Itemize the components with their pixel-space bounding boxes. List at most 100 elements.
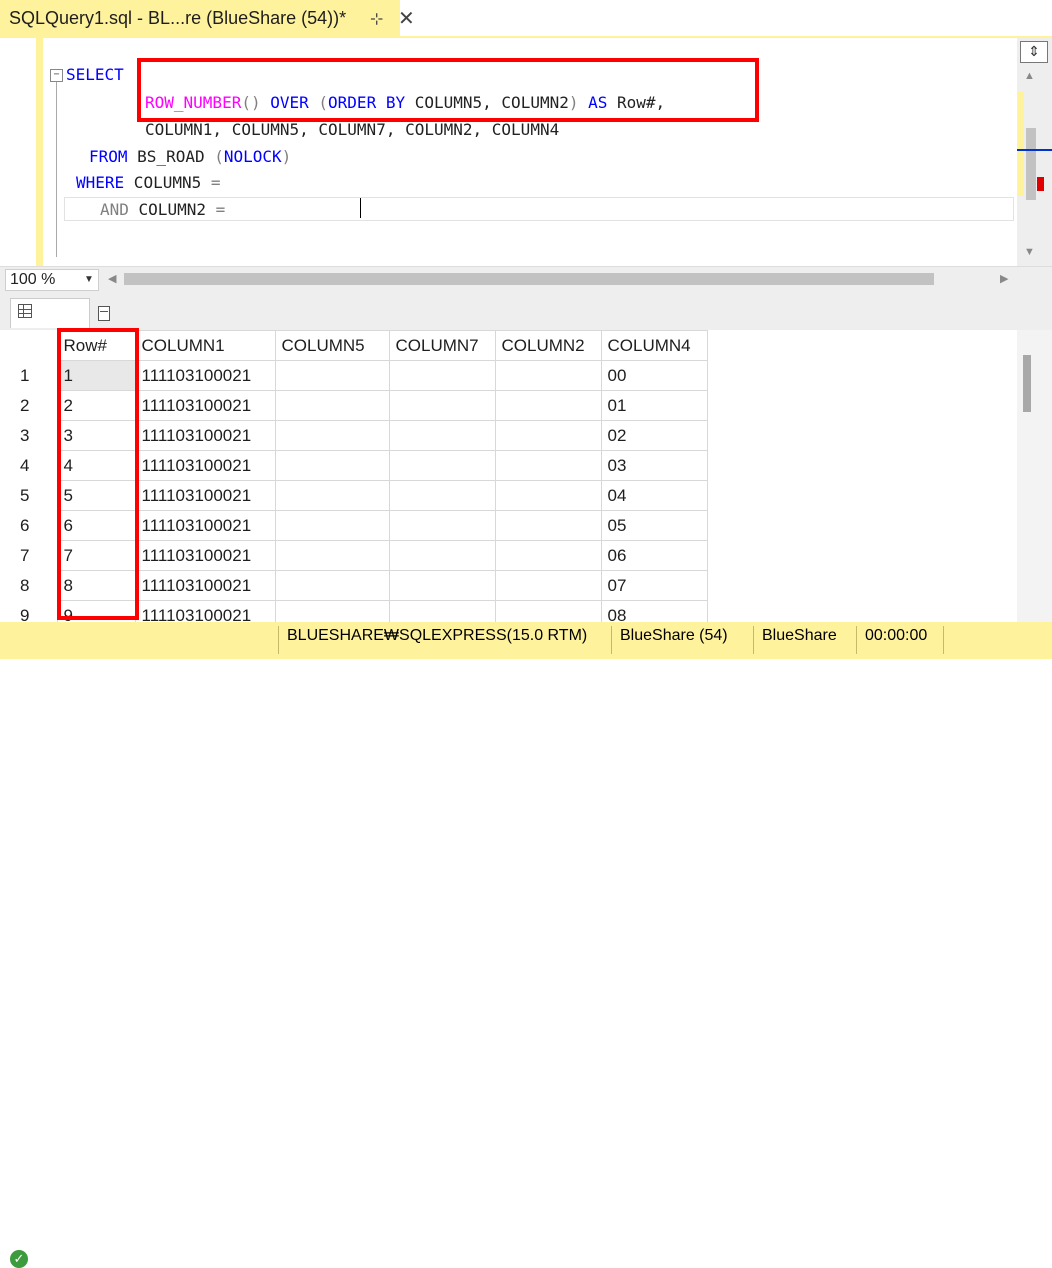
scroll-down-icon[interactable]: ▼ [1024, 246, 1035, 258]
grid-cell[interactable]: 111103100021 [134, 540, 276, 571]
grid-cell[interactable]: 00 [600, 360, 708, 391]
grid-cell[interactable] [388, 420, 496, 451]
grid-cell[interactable]: 07 [600, 570, 708, 601]
grid-icon [18, 304, 32, 318]
grid-cell[interactable] [388, 540, 496, 571]
column-header[interactable]: COLUMN4 [600, 330, 708, 361]
grid-cell[interactable] [274, 570, 390, 601]
grid-cell[interactable] [274, 510, 390, 541]
grid-cell[interactable]: 06 [600, 540, 708, 571]
document-tab-title[interactable]: SQLQuery1.sql - BL...re (BlueShare (54))… [9, 8, 346, 29]
row-number[interactable]: 5 [12, 481, 57, 511]
status-user: BlueShare (54) [620, 627, 728, 644]
grid-cell[interactable] [274, 360, 390, 391]
grid-cell[interactable] [274, 390, 390, 421]
grid-cell[interactable] [388, 570, 496, 601]
grid-cell[interactable] [274, 480, 390, 511]
grid-cell[interactable]: 05 [600, 510, 708, 541]
grid-cell[interactable]: 08 [600, 600, 708, 622]
grid-cell[interactable] [388, 450, 496, 481]
row-number[interactable]: 8 [12, 571, 57, 601]
scroll-left-icon[interactable]: ◀ [108, 272, 116, 285]
grid-cell[interactable] [494, 510, 602, 541]
collapse-toggle-icon[interactable]: − [50, 69, 63, 82]
horizontal-scroll-thumb[interactable] [124, 273, 934, 285]
grid-cell[interactable]: 111103100021 [134, 360, 276, 391]
code-line-5: WHERE COLUMN5 = [76, 173, 230, 192]
grid-cell[interactable] [494, 600, 602, 622]
grid-cell[interactable] [388, 600, 496, 622]
grid-cell[interactable]: 111103100021 [134, 570, 276, 601]
grid-cell[interactable] [494, 420, 602, 451]
grid-cell[interactable] [388, 360, 496, 391]
grid-scroll-thumb[interactable] [1023, 355, 1031, 412]
zoom-value[interactable]: 100 % [10, 271, 55, 289]
grid-cell[interactable] [388, 480, 496, 511]
split-editor-icon[interactable]: ⇕ [1020, 41, 1048, 63]
grid-cell[interactable] [274, 450, 390, 481]
grid-cell[interactable]: 03 [600, 450, 708, 481]
results-grid[interactable]: Row# COLUMN1 COLUMN5 COLUMN7 COLUMN2 COL… [0, 330, 1052, 622]
grid-cell[interactable] [274, 420, 390, 451]
code-line-6: AND COLUMN2 = [100, 200, 235, 219]
grid-cell[interactable]: 111103100021 [134, 420, 276, 451]
grid-cell[interactable] [274, 600, 390, 622]
row-number[interactable]: 9 [12, 601, 57, 623]
row-number[interactable]: 3 [12, 421, 57, 451]
grid-cell[interactable]: 01 [600, 390, 708, 421]
identifier: COLUMN5 [124, 173, 211, 192]
message-icon [98, 306, 110, 321]
grid-cell[interactable]: 111103100021 [134, 600, 276, 622]
identifier: COLUMN2 [128, 200, 216, 219]
keyword: NOLOCK [223, 147, 282, 166]
status-divider [753, 626, 754, 654]
code-line-3: COLUMN1, COLUMN5, COLUMN7, COLUMN2, COLU… [145, 120, 560, 139]
punctuation: ) [281, 147, 292, 166]
keyword: FROM [89, 147, 128, 166]
row-number[interactable]: 7 [12, 541, 57, 571]
grid-cell[interactable] [494, 540, 602, 571]
grid-cell[interactable]: 111103100021 [134, 510, 276, 541]
operator: = [210, 173, 221, 192]
editor-scroll-thumb[interactable] [1026, 128, 1036, 200]
status-divider [611, 626, 612, 654]
scroll-up-icon[interactable]: ▲ [1024, 70, 1035, 82]
grid-cell[interactable]: 111103100021 [134, 450, 276, 481]
column-header[interactable]: COLUMN7 [388, 330, 496, 361]
status-divider [856, 626, 857, 654]
grid-cell[interactable] [274, 540, 390, 571]
keyword: WHERE [76, 173, 125, 192]
code-line-4: FROM BS_ROAD (NOLOCK) [89, 147, 291, 166]
column-header[interactable]: COLUMN2 [494, 330, 602, 361]
pin-icon[interactable]: ⊹ [370, 9, 383, 29]
column-header[interactable]: COLUMN1 [134, 330, 276, 361]
grid-cell[interactable]: 04 [600, 480, 708, 511]
grid-cell[interactable] [494, 480, 602, 511]
grid-cell[interactable] [388, 390, 496, 421]
scroll-right-icon[interactable]: ▶ [1000, 272, 1008, 285]
grid-cell[interactable] [388, 510, 496, 541]
grid-cell[interactable] [494, 360, 602, 391]
chevron-down-icon[interactable]: ▼ [84, 274, 94, 285]
code-line-1: SELECT [66, 65, 143, 84]
row-number[interactable]: 6 [12, 511, 57, 541]
status-divider [278, 626, 279, 654]
keyword: SELECT [66, 65, 124, 84]
grid-cell[interactable]: 02 [600, 420, 708, 451]
operator: = [215, 200, 226, 219]
success-icon: ✓ [10, 1250, 28, 1268]
keyword: AND [100, 200, 129, 219]
close-icon[interactable]: ✕ [398, 6, 415, 31]
column-header[interactable]: COLUMN5 [274, 330, 390, 361]
grid-cell[interactable] [494, 450, 602, 481]
row-number[interactable]: 4 [12, 451, 57, 481]
grid-cell[interactable]: 111103100021 [134, 480, 276, 511]
text-caret [360, 198, 361, 218]
grid-cell[interactable] [494, 570, 602, 601]
row-number[interactable]: 1 [12, 361, 57, 391]
status-divider [943, 626, 944, 654]
row-number[interactable]: 2 [12, 391, 57, 421]
grid-cell[interactable] [494, 390, 602, 421]
grid-cell[interactable]: 111103100021 [134, 390, 276, 421]
row-number-header[interactable] [12, 330, 57, 361]
